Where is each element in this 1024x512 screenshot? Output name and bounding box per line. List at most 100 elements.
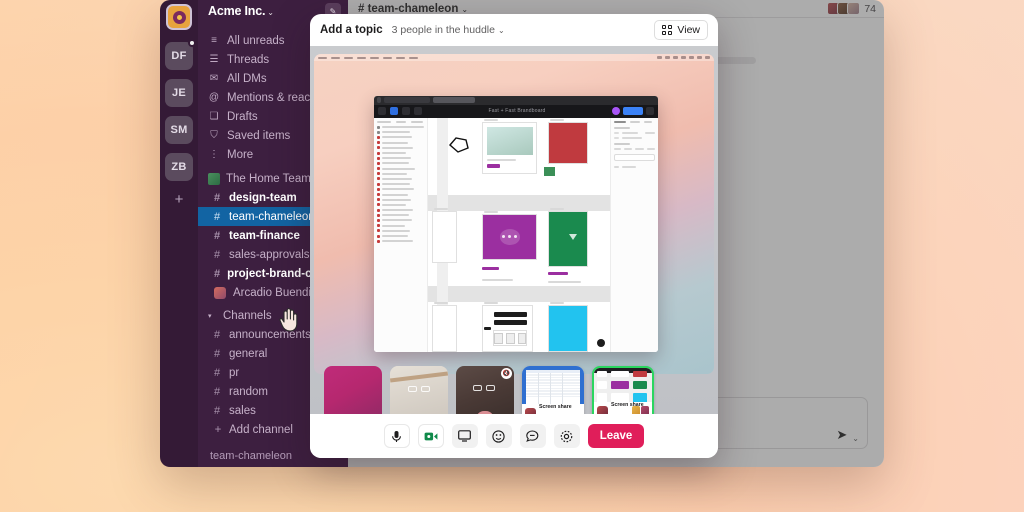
view-button-label: View bbox=[677, 24, 700, 36]
huddle-people-button[interactable]: 3 people in the huddle ⌄ bbox=[392, 24, 505, 36]
tool-icon bbox=[414, 107, 422, 116]
layer-item bbox=[377, 229, 425, 233]
sidebar-item-label: All unreads bbox=[227, 34, 285, 47]
design-tool-toolbar: Fast + Fast Brandboard bbox=[374, 104, 658, 118]
layers-panel bbox=[374, 117, 428, 352]
design-frame bbox=[482, 301, 534, 352]
extra-avatars bbox=[632, 405, 649, 414]
tool-icon-selected bbox=[390, 107, 398, 116]
screen-share-tile-1[interactable]: Screen share Lien Fabre bbox=[522, 366, 584, 414]
layer-item bbox=[377, 161, 425, 165]
shared-screen-view[interactable]: Fast + Fast Brandboard bbox=[314, 54, 714, 374]
browser-tab bbox=[384, 97, 430, 104]
layer-item bbox=[377, 135, 425, 139]
property-row bbox=[613, 131, 655, 134]
participant-strip: 🔇 Screen share Screen share bbox=[310, 366, 718, 414]
unread-badge-dot bbox=[188, 39, 196, 47]
mic-button[interactable] bbox=[383, 424, 410, 448]
hash-icon: # bbox=[214, 210, 221, 223]
layer-item bbox=[377, 193, 425, 197]
toolbar-right bbox=[612, 107, 654, 116]
layer-item bbox=[377, 172, 425, 176]
hash-icon: # bbox=[214, 404, 221, 417]
workspace-switch-df[interactable]: DF bbox=[165, 39, 196, 70]
muted-microphone-icon: 🔇 bbox=[501, 368, 512, 379]
dms-icon: ✉ bbox=[209, 73, 219, 84]
layer-item bbox=[377, 125, 425, 129]
screen-share-tile-2[interactable]: Screen share Arcadio Buendia bbox=[592, 366, 654, 414]
screen-share-footer: Screen share Lien Fabre bbox=[522, 404, 584, 414]
huddle-topic-button[interactable]: Add a topic bbox=[320, 24, 383, 36]
export-button bbox=[613, 153, 655, 161]
dm-label: Arcadio Buendia bbox=[233, 286, 318, 299]
video-button[interactable] bbox=[417, 424, 444, 448]
thread-button[interactable] bbox=[519, 424, 546, 448]
sidebar-section-label: Channels bbox=[223, 309, 272, 322]
shared-browser-window: Fast + Fast Brandboard bbox=[374, 95, 658, 352]
workspace-name-button[interactable]: Acme Inc. ⌄ bbox=[208, 4, 274, 18]
workspace-switch-je[interactable]: JE bbox=[165, 79, 193, 107]
design-frame bbox=[431, 208, 458, 263]
workspace-initials: DF bbox=[171, 50, 187, 62]
layer-item bbox=[377, 167, 425, 171]
layer-item bbox=[377, 182, 425, 186]
share-button bbox=[623, 107, 643, 116]
settings-button[interactable] bbox=[553, 424, 580, 448]
glasses-icon bbox=[408, 386, 430, 392]
layer-item bbox=[377, 203, 425, 207]
design-frame-green bbox=[547, 208, 588, 268]
workspace-name-label: Acme Inc. bbox=[208, 4, 266, 18]
channel-label: sales-approvals bbox=[229, 248, 310, 261]
workspace-switch-sm[interactable]: SM bbox=[165, 116, 193, 144]
workspace-logo[interactable] bbox=[166, 4, 192, 30]
hand-pointer-cursor bbox=[278, 306, 300, 332]
channel-label: team-finance bbox=[229, 229, 300, 242]
unreads-icon: ≡ bbox=[211, 35, 217, 46]
reactions-button[interactable] bbox=[485, 424, 512, 448]
tool-icon bbox=[378, 107, 386, 116]
avatar bbox=[214, 286, 226, 299]
property-row bbox=[613, 147, 655, 150]
workspace-rail: DF JE SM ZB + bbox=[160, 0, 198, 467]
participant-tile-3[interactable]: 🔇 bbox=[456, 366, 514, 414]
browser-tab bbox=[433, 97, 475, 104]
huddle-controls: Leave bbox=[310, 414, 718, 458]
share-screen-button[interactable] bbox=[451, 424, 478, 448]
screen-share-text: Screen share Lien Fabre bbox=[539, 395, 581, 414]
workspace-initials: ZB bbox=[171, 161, 187, 173]
home-team-emoji-icon bbox=[208, 172, 220, 185]
threads-icon: ☰ bbox=[209, 54, 219, 65]
view-button[interactable]: View bbox=[654, 20, 708, 40]
sidebar-item-label: All DMs bbox=[227, 72, 267, 85]
channel-label: design-team bbox=[229, 191, 297, 204]
design-canvas bbox=[427, 117, 610, 352]
design-swatch bbox=[544, 166, 556, 177]
huddle-panel: Add a topic 3 people in the huddle ⌄ View bbox=[310, 14, 718, 458]
workspace-switch-zb[interactable]: ZB bbox=[165, 153, 193, 181]
participant-tile-1[interactable] bbox=[324, 366, 382, 414]
sidebar-item-label: Drafts bbox=[227, 110, 258, 123]
avatar bbox=[612, 107, 620, 116]
channel-label: random bbox=[229, 385, 268, 398]
canvas-gutter bbox=[427, 286, 610, 303]
browser-tab-bar bbox=[374, 95, 658, 105]
avatar-shirt bbox=[476, 411, 494, 414]
hash-icon: # bbox=[214, 366, 221, 379]
shared-menubar bbox=[314, 54, 714, 61]
leave-button[interactable]: Leave bbox=[587, 424, 645, 448]
design-frame-purple bbox=[482, 210, 538, 261]
channel-label: sales bbox=[229, 404, 256, 417]
participant-tile-2[interactable] bbox=[390, 366, 448, 414]
sidebar-section-label: The Home Team bbox=[226, 172, 311, 185]
properties-section-label bbox=[613, 126, 630, 129]
layer-item bbox=[377, 213, 425, 217]
layers-tabs bbox=[377, 120, 425, 123]
add-workspace-button[interactable]: + bbox=[175, 192, 184, 207]
canvas-gutter bbox=[427, 194, 610, 212]
hash-icon: # bbox=[214, 267, 221, 280]
workspace-logo-inner bbox=[172, 10, 186, 24]
properties-panel bbox=[609, 117, 658, 352]
layer-item bbox=[377, 141, 425, 145]
design-frame bbox=[482, 119, 538, 174]
hash-icon: # bbox=[214, 248, 221, 261]
